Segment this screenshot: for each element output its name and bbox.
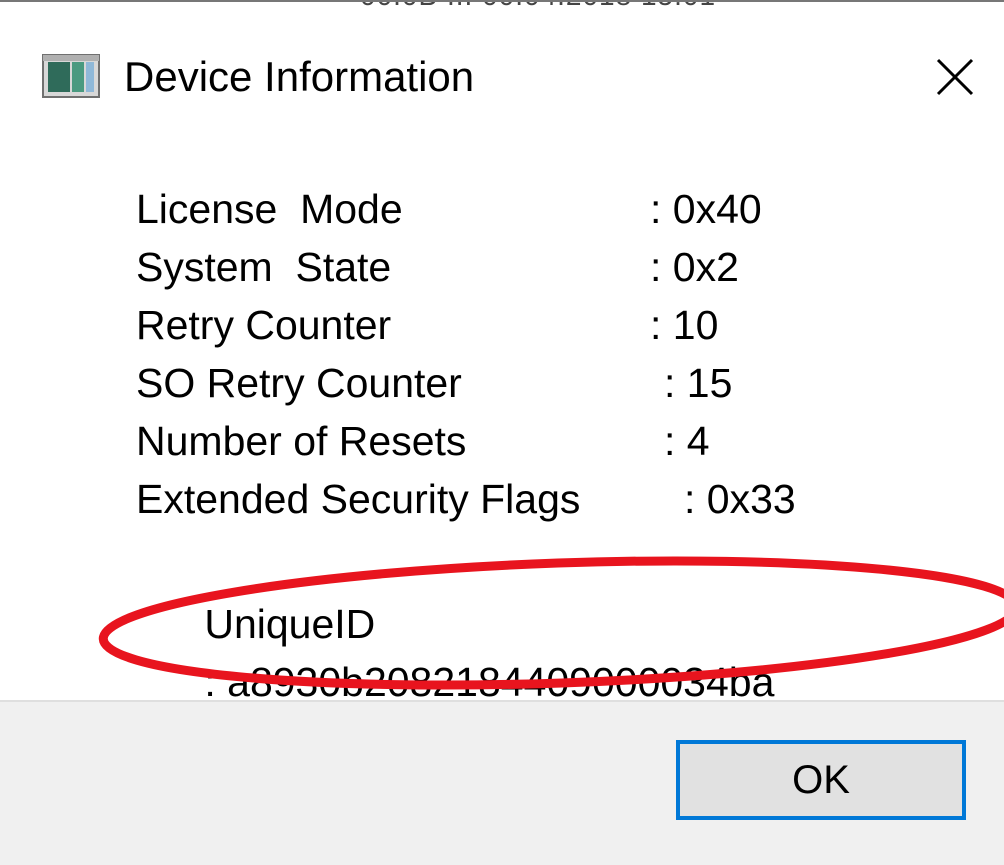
info-label: SO Retry Counter (136, 360, 462, 406)
close-icon[interactable] (920, 42, 990, 112)
background-window-text: 00.0B ... 00.04.2018 15:01 (360, 2, 716, 12)
info-label: Retry Counter (136, 302, 392, 348)
info-value: : 15 (664, 360, 733, 406)
info-value: : 0x40 (650, 186, 762, 232)
window-title: Device Information (124, 53, 475, 100)
window-app-icon (42, 54, 100, 98)
info-label: Extended Security Flags (136, 476, 581, 522)
info-value: : 10 (650, 302, 719, 348)
unique-id-value: : a8930b2082184409000034ba (204, 659, 775, 700)
ok-button[interactable]: OK (676, 740, 966, 820)
dialog-footer: OK (0, 700, 1004, 865)
info-row-unique-id: UniqueID : a8930b2082184409000034ba (136, 537, 774, 700)
title-bar[interactable]: Device Information (0, 12, 1004, 132)
info-label: System State (136, 244, 392, 290)
device-information-dialog: 00.0B ... 00.04.2018 15:01 Device Inform… (0, 0, 1004, 865)
info-value: : 4 (664, 418, 710, 464)
info-label: License Mode (136, 186, 403, 232)
unique-id-label: UniqueID (204, 601, 376, 647)
device-info-panel: License Mode : 0x40 System State : 0x2 R… (0, 132, 1004, 700)
info-value: : 0x33 (684, 476, 796, 522)
info-label: Number of Resets (136, 418, 467, 464)
info-value: : 0x2 (650, 244, 739, 290)
